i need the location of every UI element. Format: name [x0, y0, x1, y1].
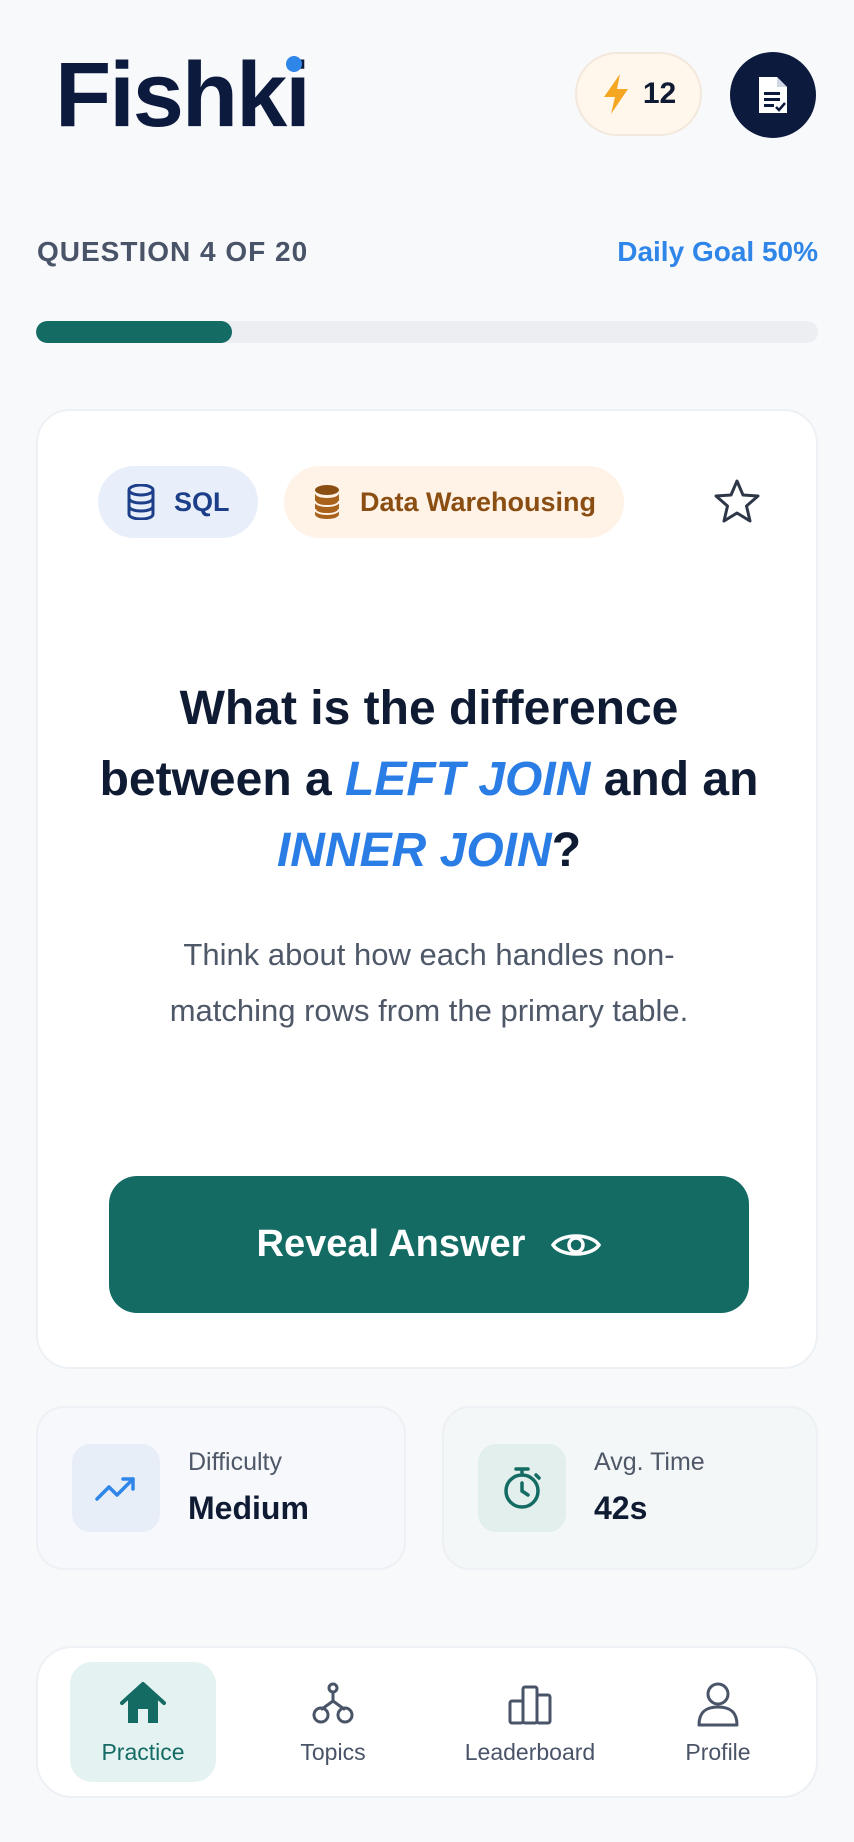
avg-time-value: 42s: [594, 1490, 648, 1526]
question-hint: Think about how each handles non-matchin…: [169, 937, 689, 1028]
question-card: SQL Data Warehousing What is the differe…: [36, 409, 818, 1369]
question-text: What is the difference between a LEFT JO…: [98, 673, 760, 886]
streak-count: 12: [642, 77, 677, 110]
nav-label-practice: Practice: [101, 1738, 185, 1765]
notes-button[interactable]: [730, 52, 816, 138]
avg-time-label: Avg. Time: [594, 1448, 705, 1476]
difficulty-value: Medium: [188, 1490, 309, 1526]
trending-up-icon: [95, 1477, 135, 1501]
star-icon[interactable]: [712, 477, 762, 527]
tag-data-warehousing[interactable]: Data Warehousing: [284, 466, 625, 538]
question-counter: QUESTION 4 OF 20: [37, 236, 309, 267]
nav-item-leaderboard[interactable]: Leaderboard: [450, 1662, 610, 1782]
topics-icon: [312, 1682, 354, 1723]
difficulty-icon-box: [72, 1444, 160, 1532]
profile-icon: [697, 1682, 739, 1726]
nav-item-profile[interactable]: Profile: [645, 1662, 791, 1782]
difficulty-label: Difficulty: [188, 1448, 283, 1476]
database-icon: [314, 485, 340, 519]
logo-dot: [286, 56, 302, 72]
stopwatch-icon: [504, 1467, 541, 1509]
question-highlight-left-join: LEFT JOIN: [345, 753, 591, 806]
database-icon: [127, 484, 155, 520]
nav-label-profile: Profile: [685, 1738, 751, 1765]
progress-bar: [36, 321, 818, 343]
app-header: Fishki 12: [0, 0, 854, 170]
reveal-answer-button[interactable]: Reveal Answer: [109, 1176, 749, 1313]
nav-label-leaderboard: Leaderboard: [464, 1738, 596, 1765]
question-part-3: ?: [551, 824, 582, 877]
avg-time-card: Avg. Time 42s: [442, 1406, 818, 1570]
progress-bar-fill: [36, 321, 232, 343]
tag-sql-label: SQL: [174, 486, 230, 517]
question-highlight-inner-join: INNER JOIN: [276, 824, 552, 877]
app-logo: Fishki: [55, 44, 311, 146]
tag-sql[interactable]: SQL: [98, 466, 258, 538]
tag-data-warehousing-label: Data Warehousing: [360, 486, 597, 517]
eye-icon: [551, 1233, 602, 1256]
streak-badge[interactable]: 12: [575, 52, 702, 136]
nav-item-topics[interactable]: Topics: [260, 1662, 406, 1782]
document-icon: [759, 77, 787, 113]
difficulty-card: Difficulty Medium: [36, 1406, 406, 1570]
home-icon: [120, 1681, 166, 1723]
avg-time-icon-box: [478, 1444, 566, 1532]
leaderboard-icon: [508, 1685, 552, 1724]
daily-goal-label[interactable]: Daily Goal 50%: [617, 236, 818, 268]
question-part-2: and an: [590, 753, 759, 806]
reveal-answer-label: Reveal Answer: [256, 1223, 526, 1265]
lightning-icon: [603, 74, 628, 114]
nav-label-topics: Topics: [300, 1738, 366, 1765]
bottom-nav: Practice Topics Leaderboard Profile: [36, 1646, 818, 1798]
nav-item-practice[interactable]: Practice: [70, 1662, 216, 1782]
